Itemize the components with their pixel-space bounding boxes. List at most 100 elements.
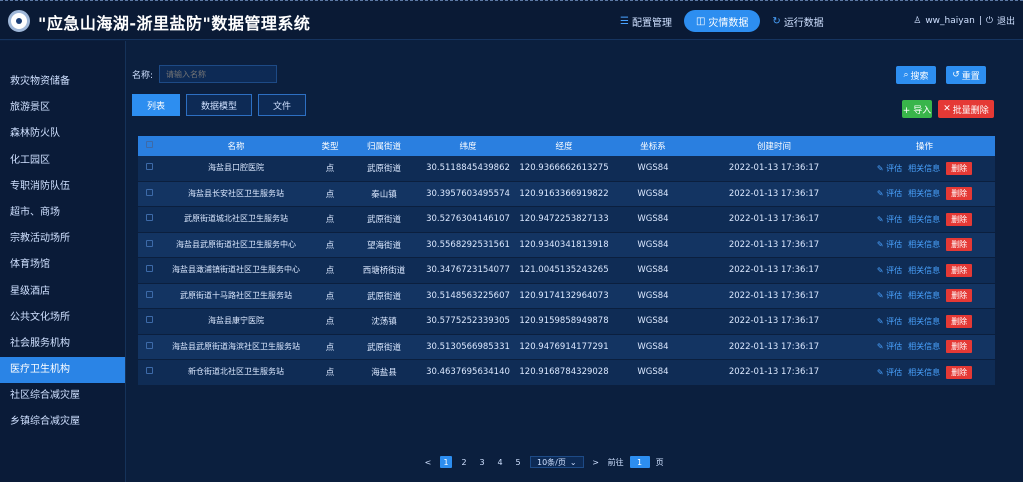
sidebar-item[interactable]: 超市、商场 — [0, 200, 125, 226]
row-select[interactable] — [138, 367, 160, 377]
reset-button[interactable]: ↺ 重置 — [946, 66, 986, 84]
table-row: 武原街道十马路社区卫生服务站 点 武原街道 30.5148563225607 120.9… — [138, 283, 995, 309]
sidebar-item[interactable]: 社区综合减灾屋 — [0, 383, 125, 409]
sidebar-item[interactable]: 体育场馆 — [0, 252, 125, 278]
user-area: ♙ ww_haiyan | ⏻ 退出 — [913, 14, 1015, 28]
settings-icon: ☰ — [620, 15, 629, 27]
detail-link[interactable]: 相关信息 — [908, 265, 940, 276]
delete-button[interactable]: 删除 — [946, 161, 973, 175]
checkbox[interactable] — [145, 239, 153, 247]
tab-file[interactable]: 文件 — [258, 94, 307, 116]
nav-runtime-data[interactable]: ↻ 运行数据 — [764, 10, 831, 32]
sidebar-item[interactable]: 星级酒店 — [0, 279, 125, 305]
delete-button[interactable]: 删除 — [946, 212, 973, 226]
detail-link[interactable]: 相关信息 — [908, 341, 940, 352]
row-select[interactable] — [138, 316, 160, 326]
checkbox[interactable] — [145, 367, 153, 375]
cell-name: 海盐县武原街道社区卫生服务中心 — [176, 239, 296, 249]
detail-link[interactable]: 相关信息 — [908, 316, 940, 327]
delete-button[interactable]: 删除 — [946, 365, 973, 379]
cell-crs: WGS84 — [637, 367, 669, 378]
reset-icon: ↺ — [952, 70, 960, 80]
search-button[interactable]: ⌕ 搜索 — [896, 66, 936, 84]
evaluate-link[interactable]: ✎ 评估 — [877, 265, 902, 276]
row-select[interactable] — [138, 290, 160, 301]
header-type: 类型 — [321, 142, 339, 152]
name-search-input[interactable] — [159, 65, 278, 83]
sidebar-item[interactable]: 森林防火队 — [0, 121, 125, 147]
sidebar-item[interactable]: 救灾物资储备 — [0, 69, 125, 95]
user-name[interactable]: ww_haiyan — [925, 16, 975, 26]
row-select[interactable] — [138, 341, 160, 352]
evaluate-link[interactable]: ✎ 评估 — [877, 367, 902, 378]
cell-crs: WGS84 — [637, 290, 669, 301]
sidebar-item[interactable]: 公共文化场所 — [0, 305, 125, 331]
detail-link[interactable]: 相关信息 — [908, 188, 940, 199]
sidebar-item[interactable]: 旅游景区 — [0, 95, 125, 121]
page-size-select[interactable]: 10条/页 ⌄ — [530, 456, 584, 468]
detail-link[interactable]: 相关信息 — [908, 163, 940, 174]
checkbox[interactable] — [145, 341, 153, 349]
detail-link[interactable]: 相关信息 — [908, 239, 940, 250]
logout-link[interactable]: 退出 — [997, 14, 1015, 27]
import-button[interactable]: + 导入 — [902, 100, 932, 118]
delete-button[interactable]: 删除 — [946, 238, 973, 252]
next-page-button[interactable]: > — [590, 456, 602, 468]
page-3[interactable]: 3 — [476, 456, 488, 468]
row-select[interactable] — [138, 239, 160, 250]
sidebar-item[interactable]: 宗教活动场所 — [0, 226, 125, 252]
cell-lng: 120.9168784329028 — [519, 367, 609, 378]
header-select-all[interactable] — [138, 141, 160, 151]
checkbox[interactable] — [145, 214, 153, 222]
evaluate-link[interactable]: ✎ 评估 — [877, 188, 902, 199]
cell-type: 点 — [325, 164, 335, 175]
page-5[interactable]: 5 — [512, 456, 524, 468]
cell-created: 2022-01-13 17:36:17 — [728, 265, 820, 276]
nav-disaster-data[interactable]: ◫ 灾情数据 — [683, 10, 761, 32]
row-select[interactable] — [138, 265, 160, 275]
checkbox[interactable] — [145, 316, 153, 324]
evaluate-link[interactable]: ✎ 评估 — [877, 341, 902, 352]
row-select[interactable] — [138, 188, 160, 199]
evaluate-link[interactable]: ✎ 评估 — [877, 214, 902, 225]
evaluate-label: 评估 — [886, 189, 903, 199]
detail-link[interactable]: 相关信息 — [908, 290, 940, 301]
evaluate-link[interactable]: ✎ 评估 — [877, 239, 902, 250]
sidebar-item-medical[interactable]: 医疗卫生机构 — [0, 357, 125, 384]
evaluate-link[interactable]: ✎ 评估 — [877, 316, 902, 327]
goto-input[interactable]: 1 — [629, 456, 650, 468]
delete-button[interactable]: 删除 — [946, 289, 973, 303]
delete-button[interactable]: 删除 — [946, 263, 973, 277]
sidebar-item[interactable]: 化工园区 — [0, 148, 125, 174]
page-1[interactable]: 1 — [440, 456, 452, 468]
tab-data-model[interactable]: 数据模型 — [186, 94, 253, 116]
detail-link[interactable]: 相关信息 — [908, 367, 940, 378]
checkbox[interactable] — [145, 188, 153, 196]
cell-ops: ✎ 评估 相关信息 删除 — [854, 187, 995, 201]
delete-button[interactable]: 删除 — [946, 314, 973, 328]
cell-ops: ✎ 评估 相关信息 删除 — [854, 161, 995, 175]
checkbox[interactable] — [145, 290, 153, 298]
tab-list[interactable]: 列表 — [132, 94, 181, 116]
sidebar-item[interactable]: 专职消防队伍 — [0, 174, 125, 200]
page-4[interactable]: 4 — [494, 456, 506, 468]
evaluate-link[interactable]: ✎ 评估 — [877, 290, 902, 301]
cell-type: 点 — [325, 215, 335, 226]
nav-config[interactable]: ☰ 配置管理 — [612, 10, 680, 32]
cell-street: 西塘桥街道 — [362, 266, 406, 277]
evaluate-link[interactable]: ✎ 评估 — [877, 163, 902, 174]
delete-button[interactable]: 删除 — [946, 340, 973, 354]
sidebar-item[interactable]: 乡镇综合减灾屋 — [0, 409, 125, 435]
checkbox[interactable] — [145, 265, 153, 273]
sidebar-item[interactable]: 社会服务机构 — [0, 331, 125, 357]
detail-link[interactable]: 相关信息 — [908, 214, 940, 225]
checkbox[interactable] — [145, 141, 153, 148]
prev-page-button[interactable]: < — [422, 456, 434, 468]
checkbox[interactable] — [145, 163, 153, 171]
batch-delete-button[interactable]: ✕ 批量删除 — [938, 100, 994, 118]
page-2[interactable]: 2 — [458, 456, 470, 468]
row-select[interactable] — [138, 163, 160, 173]
delete-button[interactable]: 删除 — [946, 187, 973, 201]
cell-type: 点 — [325, 342, 335, 353]
row-select[interactable] — [138, 214, 160, 224]
